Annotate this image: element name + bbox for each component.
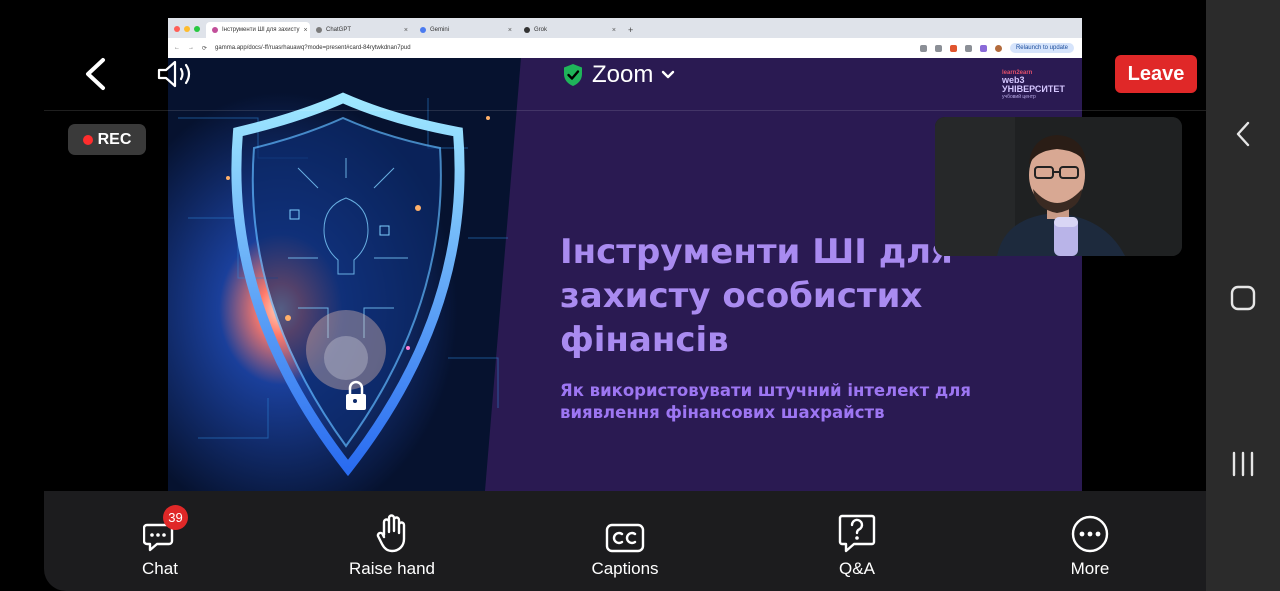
extension-icon[interactable] — [979, 44, 987, 52]
extension-icon[interactable] — [919, 44, 927, 52]
extension-icon[interactable] — [934, 44, 942, 52]
slide-title: Інструменти ШІ для захисту особистих фін… — [560, 230, 960, 362]
cc-icon-wrap — [605, 491, 645, 553]
window-controls — [174, 26, 200, 32]
chat-icon-wrap: 39 — [143, 491, 188, 553]
captions-button[interactable]: Captions — [584, 491, 666, 591]
logo-main2-text: УНІВЕРСИТЕТ — [1002, 84, 1065, 94]
browser-address-bar[interactable]: ← → ⟳ gamma.app/docs/-ff/ruasrhauawq?mod… — [168, 38, 1082, 58]
address-url[interactable]: gamma.app/docs/-ff/ruasrhauawq?mode=pres… — [215, 45, 411, 51]
back-button[interactable] — [80, 56, 110, 92]
extension-icon[interactable] — [949, 44, 957, 52]
more-button[interactable]: More — [1060, 491, 1120, 591]
captions-label: Captions — [591, 559, 659, 578]
slide-title-line: Інструменти ШІ для — [560, 232, 953, 272]
android-back-icon — [1236, 121, 1250, 147]
android-recents-icon — [1232, 451, 1254, 477]
browser-tab-label: Grok — [534, 27, 548, 33]
hand-icon-wrap — [375, 491, 409, 553]
divider — [44, 110, 1206, 111]
browser-tab-label: ChatGPT — [326, 27, 352, 33]
chevron-down-icon — [662, 70, 675, 79]
android-home-icon — [1230, 285, 1256, 311]
browser-actions: Relaunch to update — [919, 43, 1082, 53]
slide-title-line: фінансів — [560, 320, 729, 360]
speaker-icon — [157, 60, 191, 88]
speaker-video — [935, 117, 1182, 256]
slide-subtitle-line: виявлення фінансових шахрайств — [560, 403, 885, 422]
question-icon-wrap — [838, 491, 876, 553]
meeting-title[interactable]: Zoom — [562, 58, 675, 92]
back-arrow-icon — [86, 58, 105, 90]
browser-tab[interactable]: Gemini × — [414, 22, 518, 38]
reload-icon[interactable]: ⟳ — [202, 45, 207, 52]
speaker-video-tile[interactable] — [935, 117, 1182, 256]
slide-title-line: захисту особистих — [560, 276, 923, 316]
more-icon-wrap — [1071, 491, 1109, 553]
chat-button[interactable]: 39 Chat — [116, 491, 204, 591]
slide-subtitle-line: Як використовувати штучний інтелект для — [560, 381, 971, 400]
android-home-button[interactable] — [1206, 276, 1280, 320]
nav-back-icon[interactable]: ← — [174, 45, 180, 51]
shield-check-icon — [564, 64, 582, 86]
leave-button[interactable]: Leave — [1115, 55, 1197, 93]
cc-icon — [605, 523, 645, 553]
more-label: More — [1070, 559, 1110, 578]
audio-speaker-button[interactable] — [155, 56, 197, 92]
rec-label: REC — [97, 130, 132, 148]
browser-tab-label: Gemini — [430, 27, 450, 33]
web3-university-logo: learn2earn web3 УНІВЕРСИТЕТ учбовий цент… — [1002, 70, 1072, 108]
raise-hand-label: Raise hand — [348, 559, 435, 578]
question-icon — [838, 514, 876, 553]
android-navigation-bar — [1206, 0, 1280, 591]
qa-button[interactable]: Q&A — [824, 491, 890, 591]
nav-forward-icon[interactable]: → — [188, 45, 194, 51]
hand-icon — [376, 514, 406, 553]
qa-label: Q&A — [839, 559, 875, 578]
meeting-title-text: Zoom — [592, 61, 654, 88]
browser-tab[interactable]: ChatGPT × — [310, 22, 414, 38]
rec-dot-icon — [82, 134, 93, 145]
browser-tab[interactable]: Інструменти ШІ для захисту × — [206, 22, 310, 38]
new-tab-icon[interactable]: + — [628, 25, 633, 35]
android-back-button[interactable] — [1206, 112, 1280, 156]
relaunch-button[interactable]: Relaunch to update — [1009, 43, 1074, 53]
raise-hand-button[interactable]: Raise hand — [342, 491, 442, 591]
slide-subtitle: Як використовувати штучний інтелект для … — [560, 380, 1000, 424]
profile-avatar-icon[interactable] — [994, 44, 1002, 52]
browser-tab-strip: Інструменти ШІ для захисту × ChatGPT × Gem… — [168, 18, 1082, 38]
android-recents-button[interactable] — [1206, 442, 1280, 486]
chat-label: Chat — [142, 559, 178, 578]
recording-indicator: REC — [68, 124, 146, 155]
browser-tab-label: Інструменти ШІ для захисту — [222, 27, 300, 33]
meeting-toolbar: 39 Chat Raise hand Captions Q&A More — [44, 491, 1206, 591]
extension-icon[interactable] — [964, 44, 972, 52]
more-icon — [1071, 515, 1109, 553]
chat-unread-badge: 39 — [163, 505, 188, 530]
logo-sub-text: учбовий центр — [1002, 94, 1036, 100]
browser-tab[interactable]: Grok × — [518, 22, 622, 38]
